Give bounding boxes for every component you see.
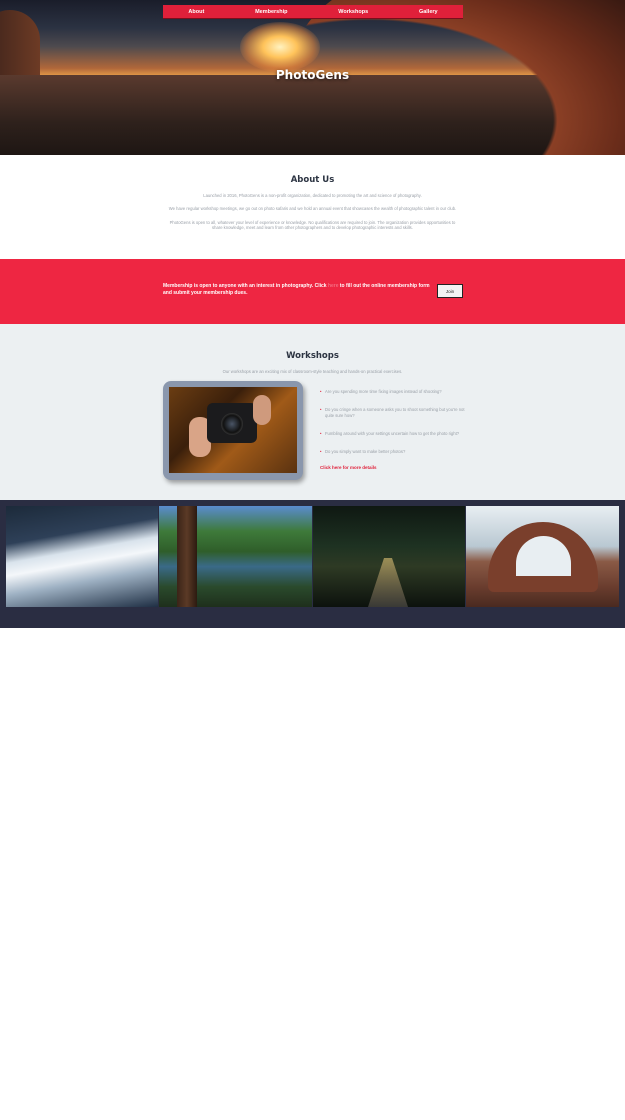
photo-hand-right	[253, 395, 271, 425]
bullet-icon: •	[320, 389, 322, 394]
membership-text: Membership is open to anyone with an int…	[163, 283, 431, 296]
forest-road	[368, 558, 408, 607]
gallery-image-forest-lake[interactable]	[159, 506, 312, 607]
question-item: • Fumbling around with your settings unce…	[320, 431, 465, 436]
gallery-section: PhotoGens 2023	[0, 500, 625, 1120]
question-text: Do you cringe when a someone asks you to…	[325, 407, 465, 418]
nav-item-workshops[interactable]: Workshops	[338, 9, 368, 15]
bullet-icon: •	[320, 449, 322, 455]
workshop-camera-photo	[169, 387, 297, 473]
about-paragraph-3: PhotoGens is open to all, whatever your …	[169, 220, 456, 231]
gallery-image-snow-rocks[interactable]	[6, 506, 158, 607]
join-button[interactable]: Join	[437, 284, 463, 298]
gallery-image-rock-arch[interactable]	[466, 506, 619, 607]
membership-text-start: Membership is open to anyone with an int…	[163, 283, 328, 289]
photo-camera-lens	[221, 413, 243, 435]
workshops-details-link[interactable]: Click here for more details	[320, 465, 377, 470]
workshop-questions: • Are you spending more time fixing image…	[320, 389, 465, 467]
hero-banner: PhotoGens	[0, 0, 625, 155]
gallery-image-forest-road[interactable]	[313, 506, 465, 607]
question-text: Are you spending more time fixing images…	[325, 389, 442, 394]
bullet-icon: •	[320, 407, 322, 413]
about-paragraph-1: Launched in 2016, PhotoGens is a non-pro…	[203, 193, 422, 198]
membership-section: Membership is open to anyone with an int…	[0, 259, 625, 324]
tree-trunk	[177, 506, 197, 607]
workshop-photo-frame	[163, 381, 303, 480]
about-heading: About Us	[290, 175, 335, 185]
site-title: PhotoGens	[275, 68, 350, 82]
footer-text: PhotoGens 2023	[292, 1114, 333, 1120]
workshops-intro: Our workshops are an exciting mix of cla…	[222, 369, 403, 374]
main-nav: About Membership Workshops Gallery	[163, 5, 463, 19]
question-text: Do you simply want to make better photos…	[325, 449, 406, 455]
nav-item-gallery[interactable]: Gallery	[419, 9, 438, 15]
question-item: • Are you spending more time fixing image…	[320, 389, 465, 394]
question-item: • Do you simply want to make better photo…	[320, 449, 465, 454]
about-paragraph-2: We have regular workshop meetings, we go…	[168, 206, 457, 211]
question-item: • Do you cringe when a someone asks you t…	[320, 407, 465, 418]
nav-item-membership[interactable]: Membership	[255, 9, 287, 15]
about-section: About Us Launched in 2016, PhotoGens is …	[0, 155, 625, 259]
workshops-section: Workshops Our workshops are an exciting …	[0, 324, 625, 500]
nav-item-about[interactable]: About	[188, 9, 204, 15]
workshops-heading: Workshops	[286, 351, 339, 361]
membership-form-link[interactable]: here	[328, 283, 339, 289]
bullet-icon: •	[320, 430, 322, 436]
question-text: Fumbling around with your settings uncer…	[325, 430, 460, 436]
